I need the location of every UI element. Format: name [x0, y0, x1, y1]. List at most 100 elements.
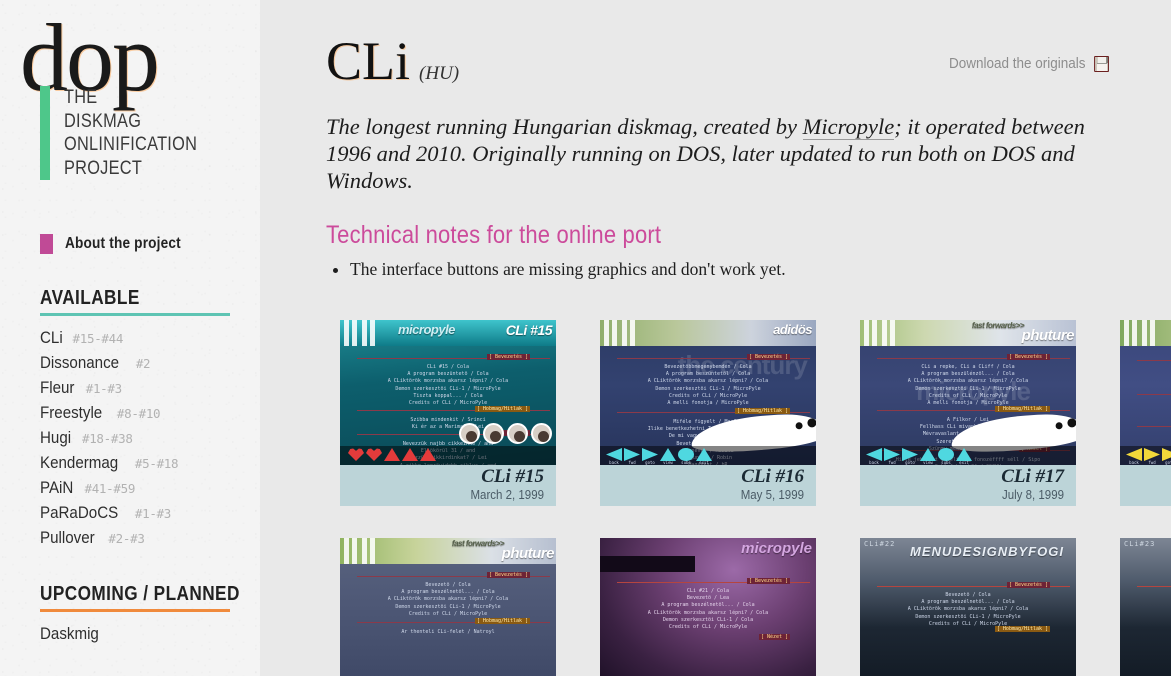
issue-thumbnail: CLi#23	[1120, 538, 1171, 676]
thumb-button-bar: back fwd goto view subs exit	[600, 446, 816, 465]
banner-bars-icon	[604, 320, 650, 346]
nav-range: #5-#18	[134, 456, 179, 472]
section-title-upcoming: UPCOMING / PLANNED	[40, 583, 240, 606]
thumb-row: Demon szerkesztöi CLi-1 / MicroPyle	[395, 603, 501, 610]
page-title-language: (HU)	[419, 63, 460, 84]
thumb-banner-text: phuture	[1021, 327, 1075, 344]
download-label: Download the originals	[949, 56, 1086, 72]
note-item: The interface buttons are missing graphi…	[350, 257, 1171, 281]
thumb-row: Ar thenteli CLi-felet / Natroyl	[401, 629, 495, 635]
nav-range: #1-#3	[85, 381, 122, 397]
thumb-button-bar	[340, 446, 556, 465]
nav-label: Fleur	[40, 378, 75, 398]
thumb-row: A CLiktörök morzsba akarsz lépni? / Cola	[907, 606, 1029, 613]
intro-text-before: The longest running Hungarian diskmag, c…	[326, 114, 803, 139]
nav-range: #8-#10	[116, 406, 161, 422]
sidebar-item-dissonance[interactable]: Dissonance #2	[40, 351, 260, 375]
nav-label: Pullover	[40, 528, 95, 548]
issue-card[interactable]: CLi#23	[1106, 522, 1171, 676]
thumb-row: Credits of CLi / MicroPyle	[408, 610, 488, 617]
about-label: About the project	[65, 235, 181, 253]
tagline-line-1: THE	[64, 87, 98, 109]
main-header: CLi (HU) Download the originals	[326, 0, 1171, 88]
card-inner: CLi#22 MENUDESIGNBYFOGI [ Bevezetés ] Be…	[860, 538, 1076, 676]
sidebar-item-paradocs[interactable]: PaRaDoCS #1-#3	[40, 501, 260, 525]
sidebar-item-pain[interactable]: PAiN #41-#59	[40, 476, 260, 500]
thumb-button-bar: back fwd goto view subs exit	[860, 446, 1076, 465]
card-inner: fast forwards>> phuture micropyle [ Beve…	[860, 320, 1076, 506]
thumb-row: Demon szerkesztöi CLi-1 / Cola	[662, 616, 754, 623]
nav-label: Hugi	[40, 428, 72, 448]
sidebar-item-about[interactable]: About the project	[40, 234, 260, 255]
card-inner: micropyle CLi #15 [ Bevezetés ] CLi #15 …	[340, 320, 556, 506]
thumb-row: Demon szerkesztöi CLi-1 / MicroPyle	[395, 385, 501, 392]
nav-list-upcoming: Daskmig	[40, 622, 260, 645]
thumb-row: Tiszta koppal... / Cola	[413, 392, 483, 399]
section-header-available: AVAILABLE	[40, 287, 230, 317]
avatar	[483, 423, 504, 444]
issue-title: CLi #17	[1001, 466, 1064, 487]
thumb-section-tag: [ Bevezetés ]	[746, 354, 791, 360]
micropyle-link[interactable]: Micropyle	[802, 114, 895, 140]
issue-thumbnail: CLi#22 MENUDESIGNBYFOGI [ Bevezetés ] Be…	[860, 538, 1076, 676]
sidebar-item-hugi[interactable]: Hugi #18-#38	[40, 426, 260, 450]
nav-range: #2	[135, 356, 151, 372]
thumb-row: Demon szerkesztöi CLi-1 / MicroPyle	[655, 385, 761, 392]
issue-date: March 2, 1999	[470, 488, 544, 502]
sidebar-item-pullover[interactable]: Pullover #2-#3	[40, 526, 260, 550]
sidebar-item-freestyle[interactable]: Freestyle #8-#10	[40, 401, 260, 425]
issue-card[interactable]: adidös the century [ Bevezetés ] Bevezet…	[586, 304, 846, 522]
nav-label: Dissonance	[40, 353, 120, 373]
thumb-row: A CLiktörök morzsba akarsz lépni? / Cola	[907, 378, 1029, 385]
thumb-banner-text: micropyle	[398, 322, 455, 337]
thumb-row: A CLiktörök morzsba akarsz lépni? / Cola	[387, 596, 509, 603]
issue-card[interactable]: back fwd goto view subs	[1106, 304, 1171, 522]
thumb-section-tag: [ Bevezetés ]	[746, 578, 791, 584]
nav-range: #2-#3	[108, 531, 145, 547]
thumb-banner-text: micropyle	[741, 540, 812, 557]
card-inner: adidös the century [ Bevezetés ] Bevezet…	[600, 320, 816, 506]
thumb-row-group: Bevezetö / Cola A program beszélnetöl...…	[340, 582, 556, 618]
tagline-line-4: PROJECT	[64, 157, 143, 179]
download-originals-link[interactable]: Download the originals	[949, 56, 1109, 72]
card-inner: fast forwards>> phuture [ Bevezetés ] Be…	[340, 538, 556, 676]
page-root: dop THE DISKMAG ONLINIFICATION PROJECT A…	[0, 0, 1171, 676]
tagline-text: THE DISKMAG ONLINIFICATION PROJECT	[64, 86, 197, 180]
intro-paragraph: The longest running Hungarian diskmag, c…	[326, 113, 1116, 194]
brand-tagline: THE DISKMAG ONLINIFICATION PROJECT	[40, 86, 260, 181]
issue-card[interactable]: fast forwards>> phuture [ Bevezetés ] Be…	[326, 522, 586, 676]
section-header-upcoming: UPCOMING / PLANNED	[40, 583, 240, 613]
issue-card[interactable]: micropyle [ Bevezetés ] CLi #21 / Cola B…	[586, 522, 846, 676]
avatar	[507, 423, 528, 444]
thumb-section-tag: [ Hobmag/Hitlak ]	[994, 626, 1051, 632]
thumb-row: A CLiktörök morzsba akarsz lépni? / Cola	[647, 609, 769, 616]
thumb-section-tag: [ Hobmag/Hitlak ]	[474, 618, 531, 624]
issue-card[interactable]: micropyle CLi #15 [ Bevezetés ] CLi #15 …	[326, 304, 586, 522]
thumb-row: Credits of CLi / MicroPyle	[668, 392, 748, 399]
thumb-banner-prefix: fast forwards>>	[971, 321, 1025, 330]
thumb-banner-text: phuture	[501, 545, 555, 562]
issue-caption	[1120, 465, 1171, 506]
sidebar-item-cli[interactable]: CLi #15-#44	[40, 326, 260, 350]
nav-range: #18-#38	[81, 431, 133, 447]
thumb-row: A melli fonotja / MicroPyle	[667, 400, 749, 407]
issue-thumbnail: fast forwards>> phuture [ Bevezetés ] Be…	[340, 538, 556, 676]
thumb-row: Credits of CLi / MicroPyle	[668, 624, 748, 631]
issue-thumbnail: micropyle CLi #15 [ Bevezetés ] CLi #15 …	[340, 320, 556, 465]
issue-card[interactable]: CLi#22 MENUDESIGNBYFOGI [ Bevezetés ] Be…	[846, 522, 1106, 676]
thumb-section-tag: [ Hobmag/Hitlak ]	[994, 406, 1051, 412]
sidebar-item-kendermag[interactable]: Kendermag #5-#18	[40, 451, 260, 475]
issue-card[interactable]: fast forwards>> phuture micropyle [ Beve…	[846, 304, 1106, 522]
sidebar-item-fleur[interactable]: Fleur #1-#3	[40, 376, 260, 400]
sidebar-item-daskmig[interactable]: Daskmig	[40, 622, 260, 645]
tagline-line-3: ONLINIFICATION	[64, 134, 198, 156]
issue-date: July 8, 1999	[1001, 488, 1064, 502]
thumb-row-group: Ar thenteli CLi-felet / Natroyl	[340, 629, 556, 636]
thumb-row: A CLiktörök morzsba akarsz lépni? / Cola	[387, 378, 509, 385]
issue-thumbnail: fast forwards>> phuture micropyle [ Beve…	[860, 320, 1076, 465]
thumb-row-group: CLi #15 / Cola A program beszüntetö / Co…	[340, 364, 556, 407]
card-inner: micropyle [ Bevezetés ] CLi #21 / Cola B…	[600, 538, 816, 676]
issue-caption: CLi #16 May 5, 1999	[600, 465, 816, 506]
page-title: CLi	[326, 31, 411, 91]
tagline-accent-bar	[40, 86, 50, 181]
